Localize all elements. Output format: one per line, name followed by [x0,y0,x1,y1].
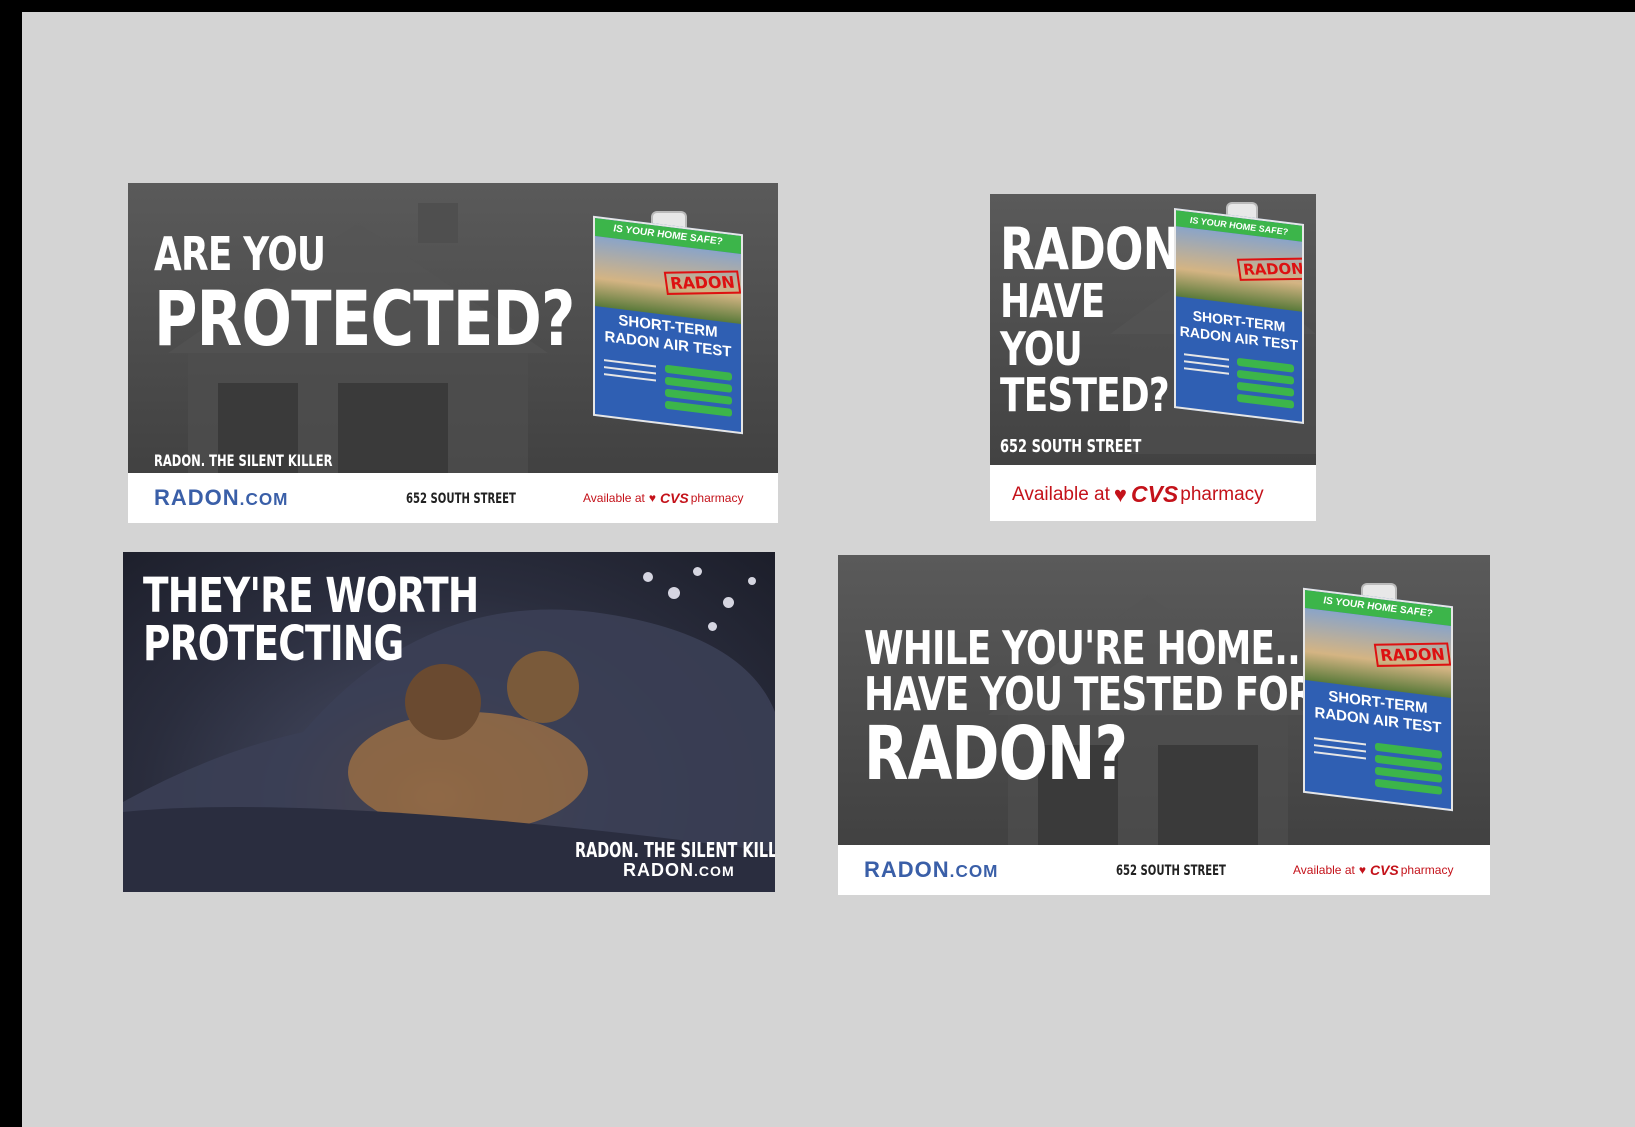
ad-theyre-worth-protecting: THEY'RE WORTH PROTECTING RADON. THE SILE… [123,552,775,892]
bokeh-light [723,597,734,608]
tagline: RADON. THE SILENT KILLER [154,451,333,470]
canvas: ARE YOU PROTECTED? RADON. THE SILENT KIL… [22,12,1635,1127]
headline-line2: PROTECTED? [154,274,575,363]
brand-logo: RADON.com [864,857,998,883]
brand-main: RADON [864,857,950,882]
product-box: IS YOUR HOME SAFE? RADON SHORT-TERM RADO… [1293,583,1463,828]
address: 652 SOUTH STREET [406,491,516,507]
headline-line2: HAVE [1000,274,1105,328]
heart-icon: ♥ [1358,863,1366,877]
box-stamp: RADON [1236,257,1304,281]
box-badges [1375,742,1443,799]
headline-line2: PROTECTING [143,616,404,672]
cvs-logo: CVS [1130,481,1179,507]
brand-suffix: .com [949,861,999,881]
pharmacy-label: pharmacy [690,491,744,505]
headline-line3: RADON? [864,711,1128,797]
bokeh-light [668,587,680,599]
box-face: IS YOUR HOME SAFE? RADON SHORT-TERM RADO… [593,215,743,435]
box-bullets [1313,737,1367,764]
address: 652 SOUTH STREET [1000,436,1142,457]
bokeh-light [748,577,756,585]
available-at: Available at [1293,863,1355,877]
heart-icon: ♥ [1113,481,1127,507]
product-box: IS YOUR HOME SAFE? RADON SHORT-TERM RADO… [1168,202,1313,437]
ad-are-you-protected: ARE YOU PROTECTED? RADON. THE SILENT KIL… [128,183,778,523]
address: 652 SOUTH STREET [1116,863,1226,879]
product-box: IS YOUR HOME SAFE? RADON SHORT-TERM RADO… [583,211,753,446]
brand-suffix: .com [694,863,735,879]
headline-line3: YOU [1000,322,1083,376]
available-at: Available at [1012,483,1110,505]
headline-line1: ARE YOU [154,227,326,281]
cvs-logo: CVS [659,490,689,506]
headline-line1: WHILE YOU'RE HOME... [864,621,1314,675]
brand-logo: RADON.com [154,485,288,511]
box-bullets [603,359,657,386]
cvs-availability: Available at ♥ CVS pharmacy [1012,481,1264,508]
bokeh-light [643,572,653,582]
cvs-availability: Available at ♥ CVS pharmacy [583,490,743,506]
ad-footer: Available at ♥ CVS pharmacy [990,465,1316,521]
box-face: IS YOUR HOME SAFE? RADON SHORT-TERM RADO… [1174,208,1304,424]
box-stamp: RADON [1373,642,1452,667]
brand-main: RADON [623,860,694,880]
brand-logo: RADON.com [623,860,735,881]
ad-while-youre-home: WHILE YOU'RE HOME... HAVE YOU TESTED FOR… [838,555,1490,895]
ad-footer: RADON.com 652 SOUTH STREET Available at … [838,845,1490,895]
pharmacy-label: pharmacy [1400,863,1454,877]
box-stamp: RADON [663,270,742,295]
available-at: Available at [583,491,645,505]
cvs-logo: CVS [1369,862,1399,878]
bokeh-light [693,567,702,576]
tagline: RADON. THE SILENT KILLER [575,838,775,862]
box-bullets [1183,353,1229,380]
heart-icon: ♥ [648,491,656,505]
box-badges [665,364,733,421]
cvs-availability: Available at ♥ CVS pharmacy [1293,862,1453,878]
box-badges [1236,357,1295,413]
ad-footer: RADON.com 652 SOUTH STREET Available at … [128,473,778,523]
ad-radon-have-you-tested: RADON. HAVE YOU TESTED? 652 SOUTH STREET… [990,194,1316,521]
box-face: IS YOUR HOME SAFE? RADON SHORT-TERM RADO… [1303,587,1453,812]
brand-suffix: .com [239,489,289,509]
headline-line4: TESTED? [1000,368,1170,422]
headline-line1: RADON. [1000,215,1197,283]
headline-line1: THEY'RE WORTH [143,568,479,624]
brand-main: RADON [154,485,240,510]
bokeh-light [708,622,717,631]
pharmacy-label: pharmacy [1180,483,1264,505]
